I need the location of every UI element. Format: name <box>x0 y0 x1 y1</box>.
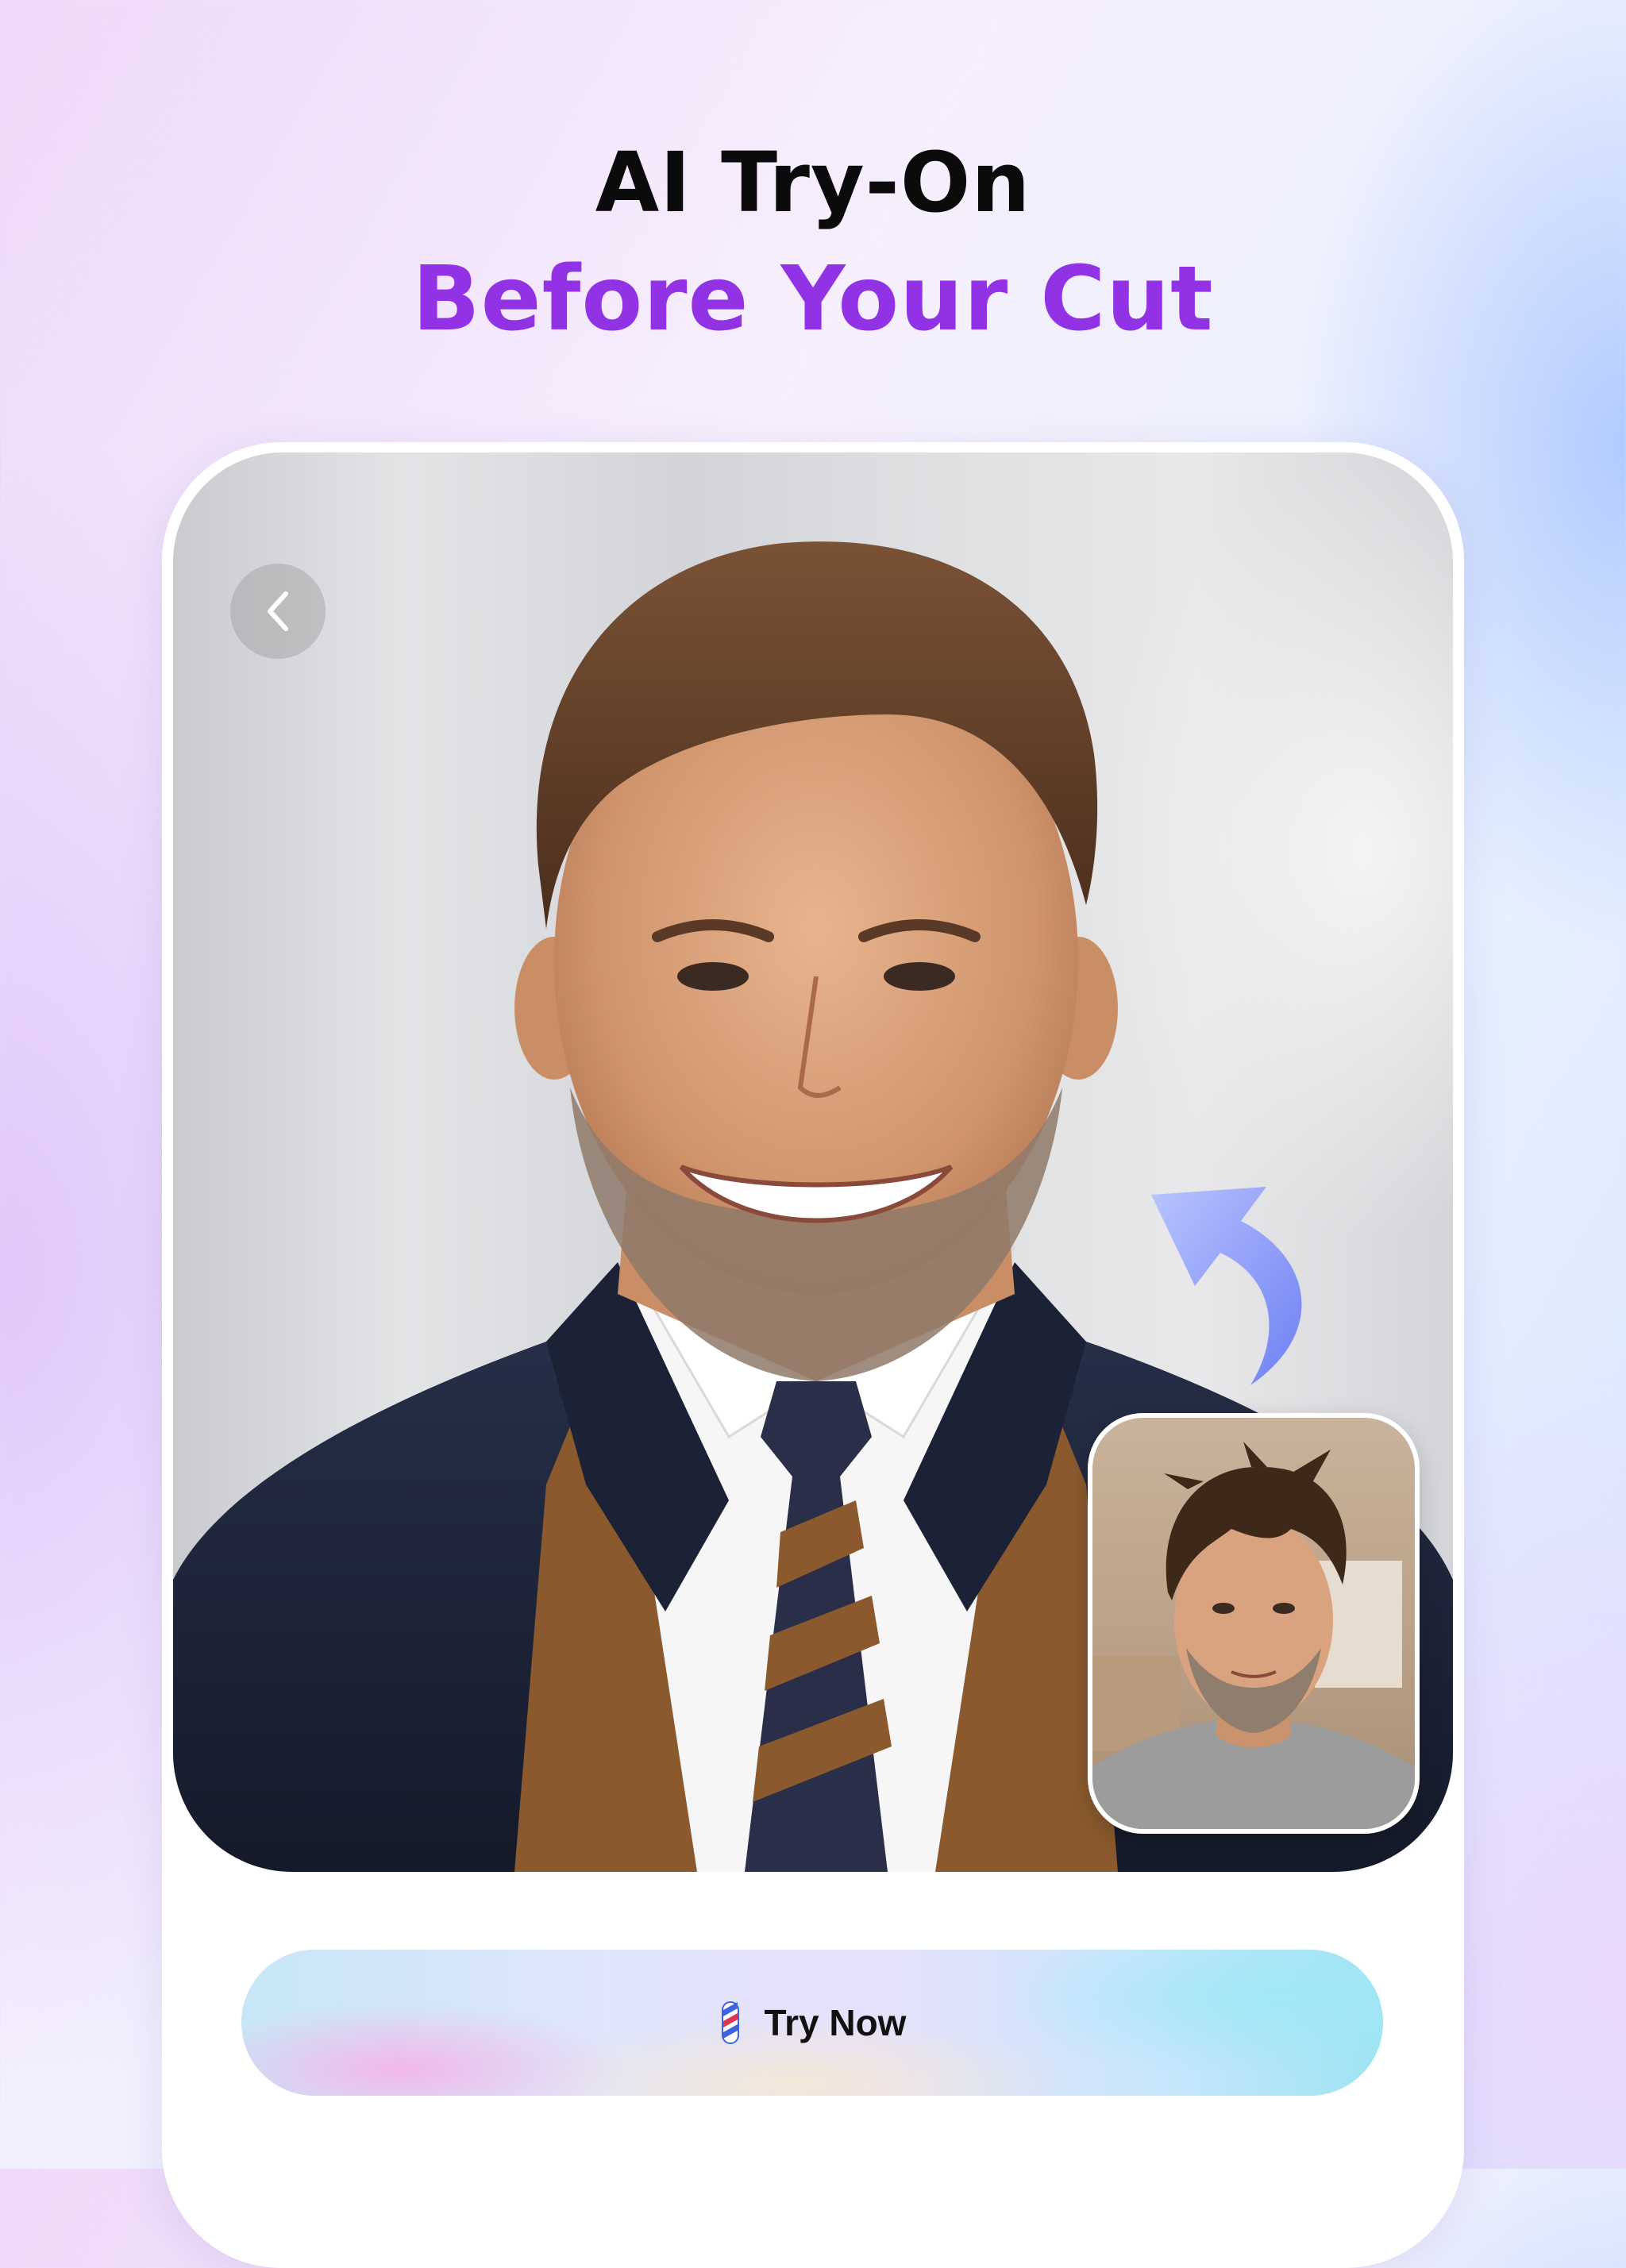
try-now-label: Try Now <box>764 2002 907 2043</box>
before-photo-illustration <box>1092 1442 1415 1829</box>
barber-pole-icon <box>721 2001 739 2044</box>
headline-title: AI Try-On <box>595 134 1031 231</box>
headline-subtitle: Before Your Cut <box>412 248 1214 351</box>
try-now-button[interactable]: Try Now <box>241 1950 1383 2096</box>
headline: AI Try-On Before Your Cut <box>0 135 1626 351</box>
chevron-left-icon <box>268 591 288 631</box>
back-button[interactable] <box>230 564 326 659</box>
curved-arrow-icon <box>1151 1187 1302 1385</box>
before-photo <box>1088 1413 1420 1834</box>
